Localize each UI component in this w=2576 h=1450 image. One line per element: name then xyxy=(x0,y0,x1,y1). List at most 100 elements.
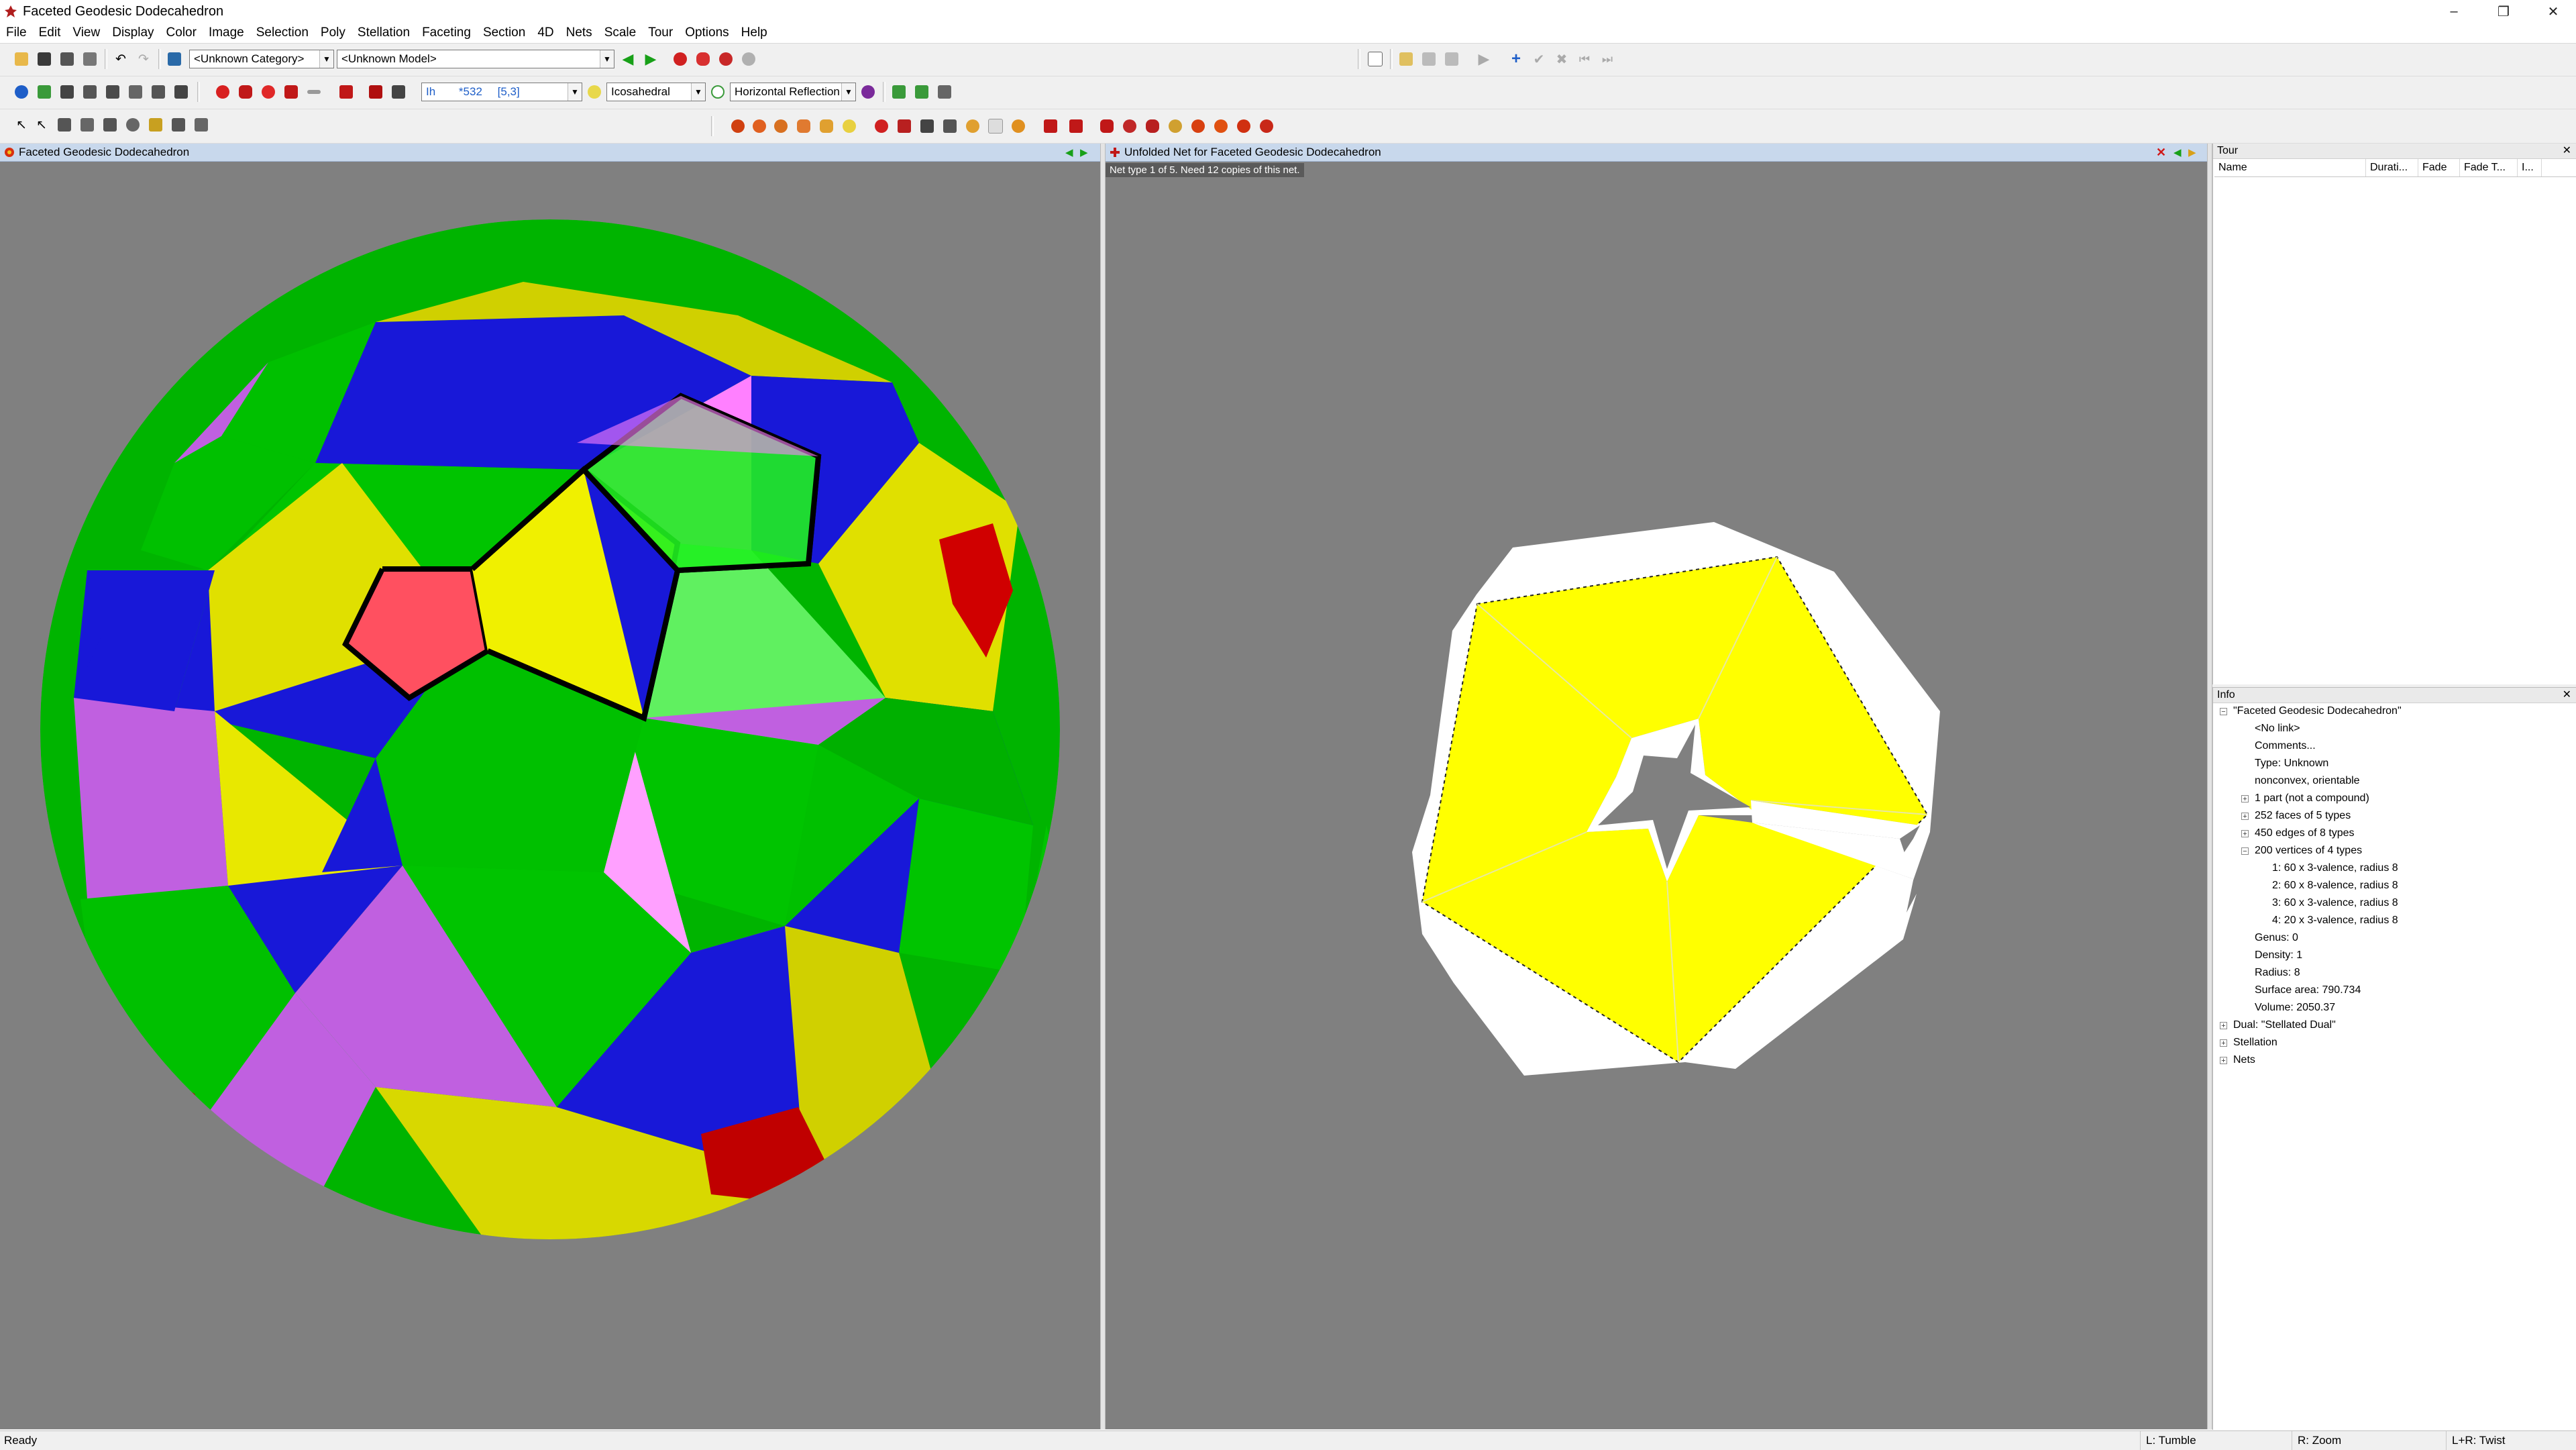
font-button[interactable] xyxy=(912,83,931,101)
menu-edit[interactable]: Edit xyxy=(33,23,67,43)
info-tree-item[interactable]: Density: 1 xyxy=(2255,947,2302,964)
save-button[interactable] xyxy=(35,50,54,68)
close-icon[interactable]: ✕ xyxy=(2563,144,2571,158)
close-button[interactable]: ✕ xyxy=(2533,0,2573,23)
info-tree-item[interactable]: Volume: 2050.37 xyxy=(2255,999,2335,1017)
poly-tool-4[interactable] xyxy=(739,50,758,68)
operation-20[interactable] xyxy=(1189,117,1208,136)
symmetry-select[interactable]: Ih *532 [5,3] ▼ xyxy=(421,83,582,101)
pane-splitter[interactable] xyxy=(2207,144,2212,1429)
info-tree-item[interactable]: 450 edges of 8 types xyxy=(2255,825,2355,842)
info-tree-item[interactable]: Genus: 0 xyxy=(2255,929,2298,947)
undo-button[interactable]: ↶ xyxy=(111,50,130,68)
operation-3[interactable] xyxy=(771,117,790,136)
menu-4d[interactable]: 4D xyxy=(531,23,559,43)
pane-splitter[interactable] xyxy=(1100,144,1106,1429)
display-tool-2[interactable] xyxy=(80,83,99,101)
operation-2[interactable] xyxy=(750,117,769,136)
edge-tool[interactable] xyxy=(101,115,119,134)
operation-19[interactable] xyxy=(1166,117,1185,136)
info-tree-item[interactable]: 4: 20 x 3-valence, radius 8 xyxy=(2272,912,2398,929)
tour-check-button[interactable]: ✔ xyxy=(1529,50,1548,68)
tour-record-button[interactable] xyxy=(1419,50,1438,68)
poly-tool-1[interactable] xyxy=(671,50,690,68)
cube-tool-3[interactable] xyxy=(389,83,408,101)
sphere-button[interactable] xyxy=(859,83,877,101)
operation-14[interactable] xyxy=(1041,117,1060,136)
image-tool[interactable] xyxy=(169,115,188,134)
menu-tour[interactable]: Tour xyxy=(642,23,679,43)
info-root[interactable]: "Faceted Geodesic Dodecahedron" xyxy=(2233,703,2402,720)
info-tree-item[interactable]: nonconvex, orientable xyxy=(2255,772,2360,790)
group-select[interactable]: Icosahedral ▼ xyxy=(606,83,706,101)
menu-nets[interactable]: Nets xyxy=(560,23,598,43)
collapse-icon[interactable]: − xyxy=(2241,847,2249,856)
color-tool-4[interactable] xyxy=(282,83,301,101)
expand-icon[interactable]: + xyxy=(2241,830,2249,838)
model-select[interactable]: <Unknown Model> ▼ xyxy=(337,50,614,68)
operation-5[interactable] xyxy=(817,117,836,136)
info-tree-item[interactable]: 1 part (not a compound) xyxy=(2255,790,2369,807)
menu-image[interactable]: Image xyxy=(203,23,250,43)
menu-selection[interactable]: Selection xyxy=(250,23,315,43)
cube-tool-2[interactable] xyxy=(366,83,385,101)
measure-tool[interactable] xyxy=(78,115,97,134)
tour-open-button[interactable] xyxy=(1397,50,1415,68)
info-tree-item[interactable]: 3: 60 x 3-valence, radius 8 xyxy=(2272,894,2398,912)
expand-icon[interactable]: + xyxy=(2220,1057,2227,1065)
display-tool-5[interactable] xyxy=(149,83,168,101)
menu-poly[interactable]: Poly xyxy=(315,23,352,43)
filter-button[interactable] xyxy=(890,83,908,101)
info-tree-item[interactable]: Dual: "Stellated Dual" xyxy=(2233,1017,2336,1034)
column-name[interactable]: Name xyxy=(2214,159,2366,176)
menu-faceting[interactable]: Faceting xyxy=(416,23,477,43)
column-fade[interactable]: Fade xyxy=(2418,159,2460,176)
poly-tool-3[interactable] xyxy=(716,50,735,68)
model-viewport[interactable] xyxy=(0,162,1100,1429)
save-as-button[interactable] xyxy=(58,50,76,68)
cube-tool-1[interactable] xyxy=(337,83,356,101)
menu-scale[interactable]: Scale xyxy=(598,23,643,43)
operation-15[interactable] xyxy=(1067,117,1085,136)
operation-21[interactable] xyxy=(1212,117,1230,136)
print-button[interactable] xyxy=(80,50,99,68)
menu-file[interactable]: File xyxy=(0,23,33,43)
dropper-button[interactable] xyxy=(935,83,954,101)
tour-add-button[interactable]: + xyxy=(1507,50,1525,68)
operation-10[interactable] xyxy=(941,117,959,136)
tour-delete-button[interactable]: ✖ xyxy=(1552,50,1571,68)
polyhedron-render[interactable] xyxy=(0,162,1100,1429)
color-tool-5[interactable] xyxy=(305,83,323,101)
expand-icon[interactable]: + xyxy=(2241,813,2249,821)
menu-view[interactable]: View xyxy=(66,23,106,43)
info-tree-item[interactable]: Type: Unknown xyxy=(2255,755,2328,772)
redo-button[interactable]: ↷ xyxy=(134,50,153,68)
select-add-tool[interactable]: ↖ xyxy=(32,115,51,134)
column-i[interactable]: I... xyxy=(2518,159,2542,176)
operation-23[interactable] xyxy=(1257,117,1276,136)
info-tree-item[interactable]: 200 vertices of 4 types xyxy=(2255,842,2362,860)
reflection-select[interactable]: Horizontal Reflection ▼ xyxy=(730,83,856,101)
tour-last-button[interactable]: ⏭ xyxy=(1598,50,1617,68)
operation-17[interactable] xyxy=(1120,117,1139,136)
close-icon[interactable]: ✕ xyxy=(2563,688,2571,703)
operation-11[interactable] xyxy=(963,117,982,136)
operation-6[interactable] xyxy=(840,117,859,136)
info-tree-item[interactable]: Stellation xyxy=(2233,1034,2277,1051)
menu-section[interactable]: Section xyxy=(477,23,531,43)
symmetry-star-button[interactable] xyxy=(585,83,604,101)
display-tool-4[interactable] xyxy=(126,83,145,101)
rotate-tool[interactable] xyxy=(123,115,142,134)
reset-tool[interactable] xyxy=(192,115,211,134)
menu-display[interactable]: Display xyxy=(106,23,160,43)
operation-12[interactable] xyxy=(986,117,1005,136)
display-tool-3[interactable] xyxy=(103,83,122,101)
color-tool-3[interactable] xyxy=(259,83,278,101)
pane-prev-icon[interactable]: ◀ xyxy=(1065,146,1073,158)
tour-first-button[interactable]: ⏮ xyxy=(1575,50,1594,68)
move-tool[interactable] xyxy=(55,115,74,134)
operation-13[interactable] xyxy=(1009,117,1028,136)
tour-save-button[interactable] xyxy=(1442,50,1461,68)
operation-7[interactable] xyxy=(872,117,891,136)
menu-color[interactable]: Color xyxy=(160,23,203,43)
